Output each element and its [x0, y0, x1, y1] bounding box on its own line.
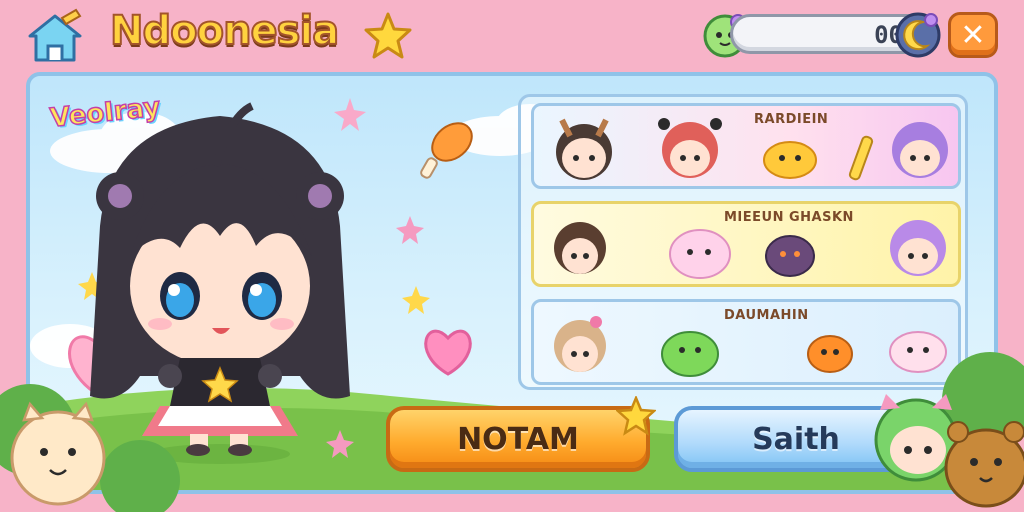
card-icons [554, 316, 947, 377]
home-button[interactable] [24, 8, 86, 64]
close-icon: ✕ [960, 17, 986, 53]
saith-button[interactable]: Saith [674, 406, 918, 472]
star-icon [616, 396, 656, 436]
reward-list: RARDIEIN MIEEUN GHASKN DAUMAHIN [518, 94, 968, 390]
main-panel: VeoIray RARDIEIN MIEEUN GHASKN DAUMAHIN … [26, 72, 998, 494]
top-bar: Ndoonesia 00 ✕ [0, 0, 1024, 70]
reward-card-1[interactable]: RARDIEIN [531, 103, 961, 189]
moon-coin-icon[interactable] [893, 10, 943, 60]
reward-card-2[interactable]: MIEEUN GHASKN [531, 201, 961, 287]
card-icons [556, 118, 948, 181]
close-button[interactable]: ✕ [948, 12, 998, 58]
star-icon [364, 12, 412, 59]
game-title: Ndoonesia [109, 7, 340, 55]
heart-icon [424, 329, 472, 376]
home-icon [28, 8, 82, 62]
card-icons [554, 220, 946, 279]
reward-card-3[interactable]: DAUMAHIN [531, 299, 961, 385]
notam-button[interactable]: NOTAM [386, 406, 650, 472]
saith-button-label: Saith [752, 421, 840, 457]
notam-button-label: NOTAM [457, 421, 579, 457]
